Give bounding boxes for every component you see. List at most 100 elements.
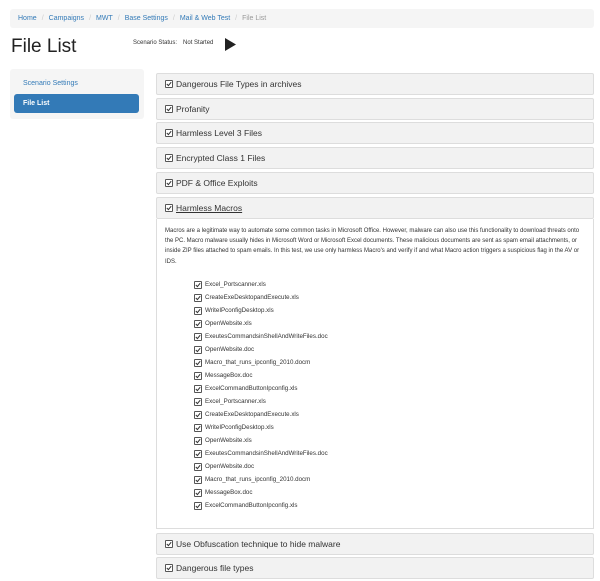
sidebar: Scenario Settings File List xyxy=(10,69,144,119)
file-name: WriteIPconfigDesktop.xls xyxy=(205,307,274,314)
breadcrumb-home[interactable]: Home xyxy=(18,15,37,22)
file-name: Macro_that_runs_ipconfig_2010.docm xyxy=(205,476,311,483)
panel-title: Use Obfuscation technique to hide malwar… xyxy=(176,539,341,549)
file-name: ExcelCommandButtonIpconfig.xls xyxy=(205,502,298,509)
sidebar-item-scenario-settings[interactable]: Scenario Settings xyxy=(14,74,139,93)
panel-title: Profanity xyxy=(176,104,210,114)
file-name: OpenWebsite.doc xyxy=(205,463,255,470)
file-list-item[interactable]: CreateExeDesktopandExecute.xls xyxy=(194,291,328,304)
file-name: Macro_that_runs_ipconfig_2010.docm xyxy=(205,359,311,366)
panel-harmless-level-3-files[interactable]: Harmless Level 3 Files xyxy=(156,122,594,144)
panel-use-obfuscation[interactable]: Use Obfuscation technique to hide malwar… xyxy=(156,533,594,555)
file-list-item[interactable]: Excel_Portscanner.xls xyxy=(194,395,328,408)
file-name: OpenWebsite.xls xyxy=(205,320,252,327)
breadcrumb-separator: / xyxy=(117,15,120,22)
breadcrumb-base-settings[interactable]: Base Settings xyxy=(125,15,168,22)
play-icon[interactable] xyxy=(224,38,236,51)
file-list-item[interactable]: MessageBox.doc xyxy=(194,369,328,382)
breadcrumb-separator: / xyxy=(41,15,44,22)
file-name: Excel_Portscanner.xls xyxy=(205,281,266,288)
file-list-item[interactable]: ExeutesCommandsinShellAndWriteFiles.doc xyxy=(194,330,328,343)
file-name: ExeutesCommandsinShellAndWriteFiles.doc xyxy=(205,450,328,457)
checkbox-checked-icon[interactable] xyxy=(194,280,202,289)
panel-title: Harmless Level 3 Files xyxy=(176,128,262,138)
panel-title: Harmless Macros xyxy=(176,203,243,213)
panel-title: PDF & Office Exploits xyxy=(176,178,258,188)
checkbox-checked-icon[interactable] xyxy=(194,306,202,315)
file-list-item[interactable]: Excel_Portscanner.xls xyxy=(194,278,328,291)
checkbox-checked-icon[interactable] xyxy=(194,371,202,380)
file-list-item[interactable]: WriteIPconfigDesktop.xls xyxy=(194,421,328,434)
file-name: MessageBox.doc xyxy=(205,372,253,379)
breadcrumb-mwt[interactable]: MWT xyxy=(96,15,113,22)
macros-description: Macros are a legitimate way to automate … xyxy=(165,228,580,265)
file-name: ExeutesCommandsinShellAndWriteFiles.doc xyxy=(205,333,328,340)
panel-title: Encrypted Class 1 Files xyxy=(176,153,266,163)
checkbox-checked-icon[interactable] xyxy=(194,462,202,471)
scenario-status: Scenario Status: Not Started xyxy=(133,40,213,46)
file-list-item[interactable]: Macro_that_runs_ipconfig_2010.docm xyxy=(194,473,328,486)
checkbox-checked-icon[interactable] xyxy=(165,179,173,187)
breadcrumb-separator: / xyxy=(172,15,175,22)
checkbox-checked-icon[interactable] xyxy=(165,154,173,162)
checkbox-checked-icon[interactable] xyxy=(194,449,202,458)
file-name: ExcelCommandButtonIpconfig.xls xyxy=(205,385,298,392)
file-list-item[interactable]: OpenWebsite.doc xyxy=(194,460,328,473)
panel-harmless-macros-body: Macros are a legitimate way to automate … xyxy=(156,219,594,529)
checkbox-checked-icon[interactable] xyxy=(194,410,202,419)
file-list-item[interactable]: OpenWebsite.xls xyxy=(194,434,328,447)
panel-profanity[interactable]: Profanity xyxy=(156,98,594,120)
file-name: CreateExeDesktopandExecute.xls xyxy=(205,294,299,301)
checkbox-checked-icon[interactable] xyxy=(165,540,173,548)
file-list-item[interactable]: Macro_that_runs_ipconfig_2010.docm xyxy=(194,356,328,369)
checkbox-checked-icon[interactable] xyxy=(194,397,202,406)
checkbox-checked-icon[interactable] xyxy=(194,345,202,354)
breadcrumb-separator: / xyxy=(235,15,238,22)
checkbox-checked-icon[interactable] xyxy=(194,293,202,302)
file-list: Excel_Portscanner.xls CreateExeDesktopand… xyxy=(194,278,328,512)
panel-dangerous-file-types-archives[interactable]: Dangerous File Types in archives xyxy=(156,73,594,95)
file-list-item[interactable]: CreateExeDesktopandExecute.xls xyxy=(194,408,328,421)
panel-title: Dangerous file types xyxy=(176,563,254,573)
checkbox-checked-icon[interactable] xyxy=(194,319,202,328)
file-list-item[interactable]: ExcelCommandButtonIpconfig.xls xyxy=(194,499,328,512)
panel-encrypted-class-1-files[interactable]: Encrypted Class 1 Files xyxy=(156,147,594,169)
file-list-item[interactable]: ExcelCommandButtonIpconfig.xls xyxy=(194,382,328,395)
file-name: OpenWebsite.xls xyxy=(205,437,252,444)
scenario-status-label: Scenario Status: xyxy=(133,40,178,46)
panel-dangerous-file-types[interactable]: Dangerous file types xyxy=(156,557,594,579)
panel-harmless-macros[interactable]: Harmless Macros xyxy=(156,197,594,219)
file-name: MessageBox.doc xyxy=(205,489,253,496)
breadcrumb-separator: / xyxy=(89,15,92,22)
checkbox-checked-icon[interactable] xyxy=(194,332,202,341)
breadcrumb-mail-web-test[interactable]: Mail & Web Test xyxy=(180,15,230,22)
file-list-item[interactable]: MessageBox.doc xyxy=(194,486,328,499)
breadcrumb: Home / Campaigns / MWT / Base Settings /… xyxy=(10,9,594,28)
checkbox-checked-icon[interactable] xyxy=(194,501,202,510)
checkbox-checked-icon[interactable] xyxy=(165,80,173,88)
checkbox-checked-icon[interactable] xyxy=(194,475,202,484)
file-name: CreateExeDesktopandExecute.xls xyxy=(205,411,299,418)
panel-title: Dangerous File Types in archives xyxy=(176,79,302,89)
file-list-item[interactable]: ExeutesCommandsinShellAndWriteFiles.doc xyxy=(194,447,328,460)
file-name: OpenWebsite.doc xyxy=(205,346,255,353)
checkbox-checked-icon[interactable] xyxy=(165,129,173,137)
checkbox-checked-icon[interactable] xyxy=(194,384,202,393)
breadcrumb-current: File List xyxy=(242,15,267,22)
file-list-item[interactable]: OpenWebsite.doc xyxy=(194,343,328,356)
panel-pdf-office-exploits[interactable]: PDF & Office Exploits xyxy=(156,172,594,194)
checkbox-checked-icon[interactable] xyxy=(194,423,202,432)
sidebar-item-file-list[interactable]: File List xyxy=(14,94,139,113)
checkbox-checked-icon[interactable] xyxy=(194,358,202,367)
checkbox-checked-icon[interactable] xyxy=(194,488,202,497)
file-list-item[interactable]: OpenWebsite.xls xyxy=(194,317,328,330)
page-title: File List xyxy=(11,36,77,57)
checkbox-checked-icon[interactable] xyxy=(165,204,173,212)
scenario-status-value: Not Started xyxy=(183,40,214,46)
checkbox-checked-icon[interactable] xyxy=(194,436,202,445)
checkbox-checked-icon[interactable] xyxy=(165,564,173,572)
breadcrumb-campaigns[interactable]: Campaigns xyxy=(49,15,84,22)
file-list-item[interactable]: WriteIPconfigDesktop.xls xyxy=(194,304,328,317)
file-name: Excel_Portscanner.xls xyxy=(205,398,266,405)
checkbox-checked-icon[interactable] xyxy=(165,105,173,113)
